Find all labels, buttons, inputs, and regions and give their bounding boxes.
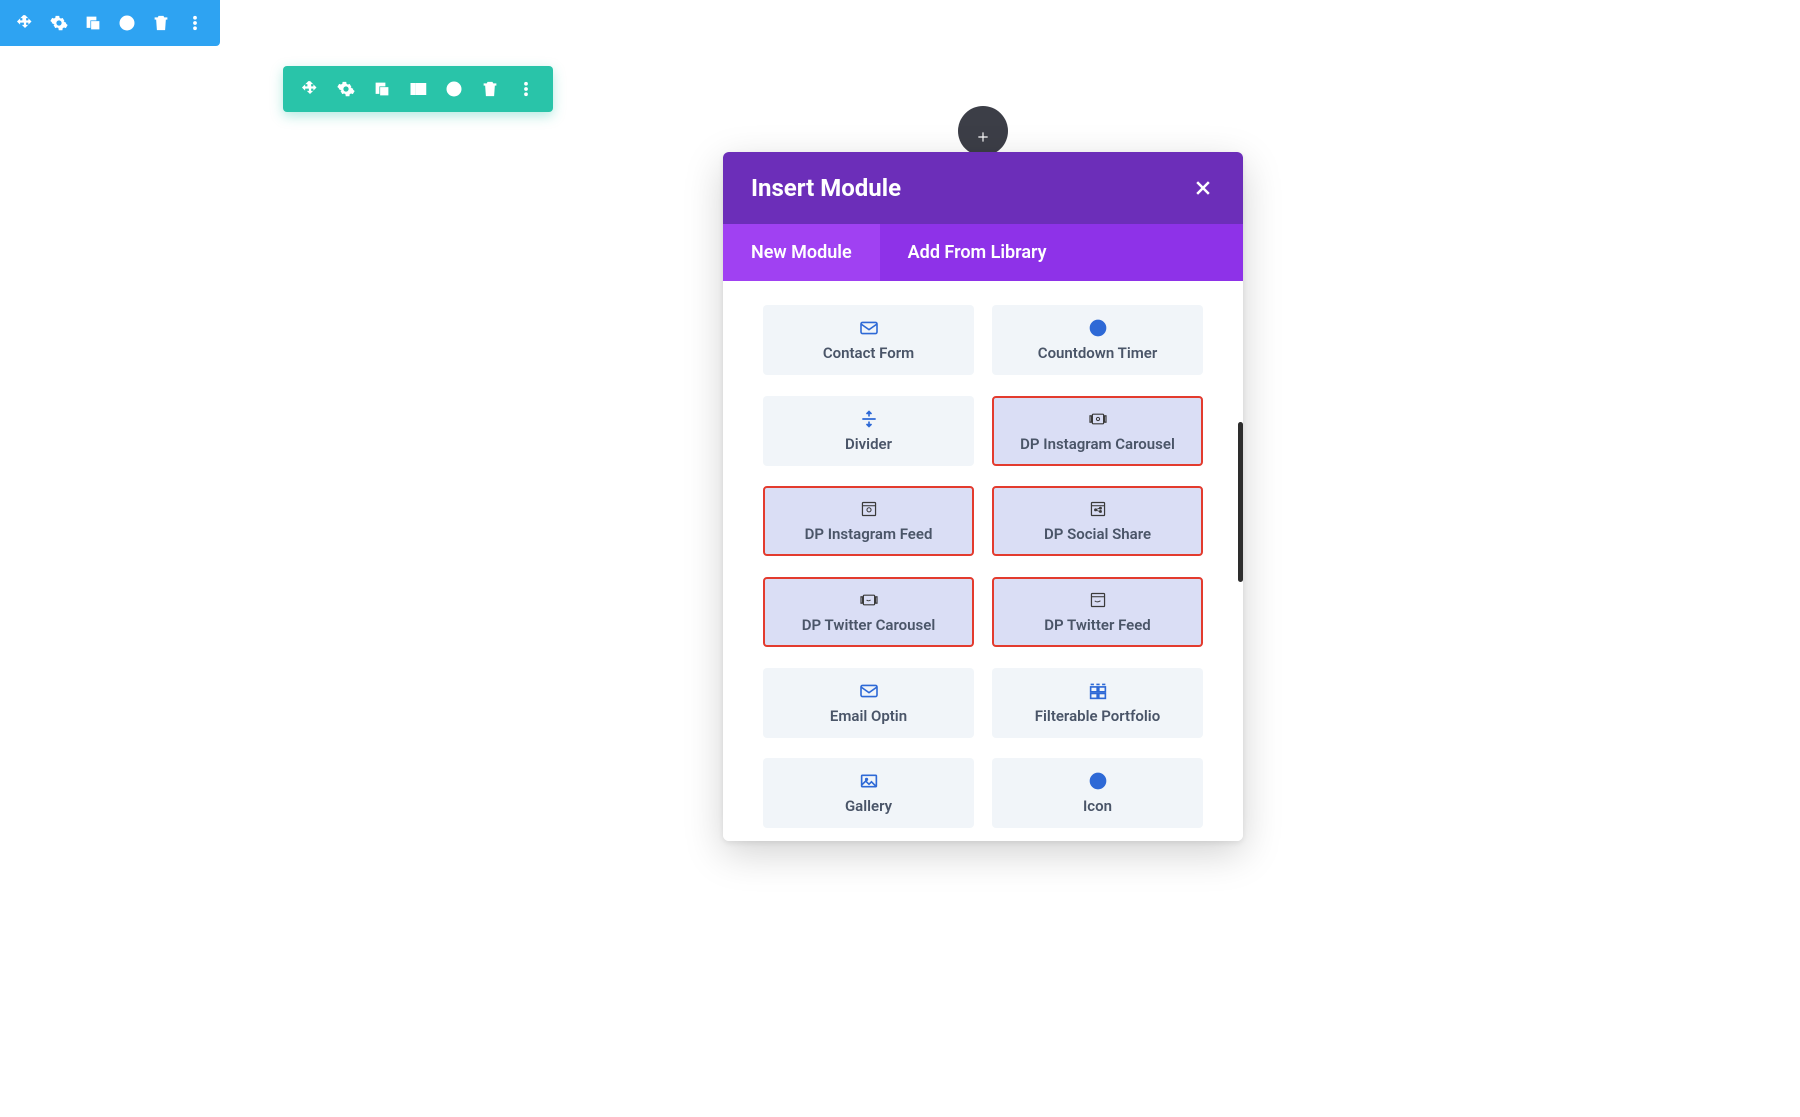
module-divider[interactable]: Divider — [763, 396, 974, 466]
row-toolbar — [283, 66, 553, 112]
modal-title: Insert Module — [751, 174, 901, 202]
move-section-button[interactable] — [10, 8, 40, 38]
module-icon[interactable]: Icon — [992, 758, 1203, 828]
move-row-button[interactable] — [295, 74, 325, 104]
module-dp-social-share[interactable]: DP Social Share — [992, 486, 1203, 556]
tab-new-module[interactable]: New Module — [723, 224, 880, 281]
duplicate-section-button[interactable] — [78, 8, 108, 38]
scrollbar-thumb[interactable] — [1238, 422, 1243, 582]
tab-add-from-library[interactable]: Add From Library — [880, 224, 1075, 281]
add-module-circle-button[interactable] — [958, 106, 1008, 156]
more-section-button[interactable] — [180, 8, 210, 38]
module-label: DP Twitter Carousel — [802, 616, 935, 634]
modal-tabs: New Module Add From Library — [723, 224, 1243, 281]
columns-row-button[interactable] — [403, 74, 433, 104]
module-contact-form[interactable]: Contact Form — [763, 305, 974, 375]
module-label: DP Instagram Feed — [805, 525, 933, 543]
close-modal-button[interactable] — [1191, 176, 1215, 200]
duplicate-row-button[interactable] — [367, 74, 397, 104]
settings-row-button[interactable] — [331, 74, 361, 104]
module-filterable-portfolio[interactable]: Filterable Portfolio — [992, 668, 1203, 738]
module-email-optin[interactable]: Email Optin — [763, 668, 974, 738]
module-label: Contact Form — [823, 344, 914, 362]
module-label: DP Social Share — [1044, 525, 1151, 543]
module-dp-twitter-feed[interactable]: DP Twitter Feed — [992, 577, 1203, 647]
insert-module-modal: Insert Module New Module Add From Librar… — [723, 152, 1243, 841]
carousel-icon — [859, 590, 879, 610]
save-section-button[interactable] — [112, 8, 142, 38]
save-row-button[interactable] — [439, 74, 469, 104]
delete-row-button[interactable] — [475, 74, 505, 104]
module-dp-twitter-carousel[interactable]: DP Twitter Carousel — [763, 577, 974, 647]
modal-header: Insert Module — [723, 152, 1243, 224]
feed-icon — [859, 499, 879, 519]
module-gallery[interactable]: Gallery — [763, 758, 974, 828]
star-circle-icon — [1088, 771, 1108, 791]
clock-icon — [1088, 318, 1108, 338]
module-label: Countdown Timer — [1038, 344, 1157, 362]
image-icon — [859, 771, 879, 791]
modal-body[interactable]: Contact Form Countdown Timer Divider DP … — [723, 281, 1243, 841]
module-label: Divider — [845, 435, 892, 453]
grid-icon — [1088, 681, 1108, 701]
module-dp-instagram-carousel[interactable]: DP Instagram Carousel — [992, 396, 1203, 466]
module-countdown-timer[interactable]: Countdown Timer — [992, 305, 1203, 375]
module-label: Email Optin — [830, 707, 907, 725]
divider-icon — [859, 409, 879, 429]
module-label: DP Twitter Feed — [1044, 616, 1151, 634]
section-toolbar — [0, 0, 220, 46]
settings-section-button[interactable] — [44, 8, 74, 38]
module-dp-instagram-feed[interactable]: DP Instagram Feed — [763, 486, 974, 556]
delete-section-button[interactable] — [146, 8, 176, 38]
more-row-button[interactable] — [511, 74, 541, 104]
envelope-icon — [859, 318, 879, 338]
module-label: Filterable Portfolio — [1035, 707, 1160, 725]
feed-icon — [1088, 590, 1108, 610]
carousel-icon — [1088, 409, 1108, 429]
module-label: Gallery — [845, 797, 892, 815]
module-label: DP Instagram Carousel — [1020, 435, 1175, 453]
share-icon — [1088, 499, 1108, 519]
envelope-icon — [859, 681, 879, 701]
module-label: Icon — [1083, 797, 1112, 815]
